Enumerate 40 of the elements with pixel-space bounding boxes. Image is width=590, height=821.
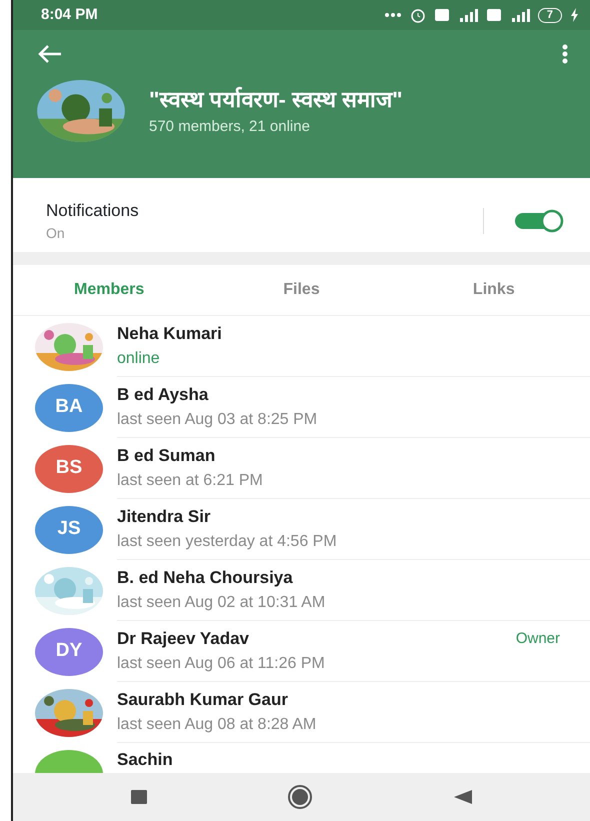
avatar: DY: [35, 628, 103, 676]
tab[interactable]: Files: [205, 265, 398, 315]
battery-indicator: 7: [538, 8, 562, 22]
notifications-value: On: [46, 224, 66, 244]
status-time: 8:04 PM: [41, 4, 98, 25]
member-name: B ed Suman: [117, 445, 216, 468]
alarm-icon: [410, 7, 426, 23]
member-name: Saurabh Kumar Gaur: [117, 689, 288, 712]
menu-icon[interactable]: [562, 44, 568, 64]
member-status: last seen Aug 03 at 8:25 PM: [117, 410, 318, 430]
tab[interactable]: Links: [398, 265, 590, 315]
member-status: last seen Aug 06 at 11:26 PM: [117, 654, 326, 674]
more-icon: [384, 12, 402, 18]
tab[interactable]: Members: [13, 265, 206, 315]
member-status: online: [117, 348, 161, 369]
member-status: last seen Aug 08 at 8:28 AM: [117, 714, 318, 735]
avatar: JS: [35, 506, 103, 554]
toggle-switch[interactable]: [514, 209, 566, 233]
home-button[interactable]: [286, 785, 314, 809]
signal-icon: [458, 8, 478, 22]
member-name: Dr Rajeev Yadav: [117, 628, 249, 650]
recent-apps-button[interactable]: [130, 789, 148, 805]
notifications-label: Notifications: [46, 200, 139, 222]
member-status: last seen Aug 02 at 10:31 AM: [117, 592, 326, 613]
back-icon[interactable]: [37, 44, 63, 64]
signal-icon: [510, 8, 530, 22]
member-name: B ed Aysha: [117, 384, 208, 406]
back-button[interactable]: [452, 789, 473, 805]
charging-icon: [570, 8, 580, 22]
member-status: last seen at 6:21 PM: [117, 470, 264, 491]
member-name: Neha Kumari: [117, 323, 222, 346]
role-label: Owner: [516, 628, 560, 649]
member-name: Sachin: [117, 749, 173, 771]
member-name: B. ed Neha Choursiya: [117, 567, 293, 590]
member-status: last seen yesterday at 4:56 PM: [117, 532, 338, 552]
member-count: 570 members, 21 online: [149, 117, 311, 138]
avatar: BA: [35, 384, 103, 432]
group-title: "स्वस्थ पर्यावरण- स्वस्थ समाज": [149, 86, 403, 114]
member-name: Jitendra Sir: [117, 506, 211, 528]
avatar: BS: [35, 444, 103, 492]
